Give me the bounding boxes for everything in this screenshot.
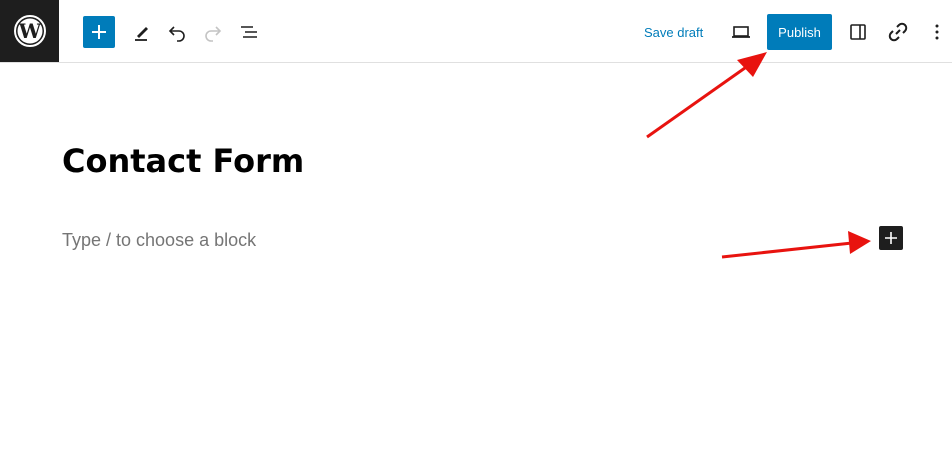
pencil-icon: [135, 27, 148, 41]
editor-header: W Save draft Publish: [0, 0, 952, 63]
svg-text:W: W: [17, 19, 41, 43]
undo-icon: [168, 26, 185, 42]
list-view-icon: [241, 26, 257, 38]
options-button[interactable]: [922, 16, 952, 48]
save-draft-button[interactable]: Save draft: [636, 16, 711, 48]
block-placeholder[interactable]: Type / to choose a block: [62, 230, 256, 251]
settings-sidebar-button[interactable]: [842, 16, 874, 48]
desktop-preview-icon: [732, 26, 750, 38]
plus-icon: [92, 25, 106, 39]
plus-icon: [885, 232, 897, 244]
undo-button[interactable]: [161, 16, 193, 48]
preview-button[interactable]: [725, 16, 757, 48]
block-appender-button[interactable]: [879, 226, 903, 250]
tools-button[interactable]: [125, 16, 157, 48]
annotation-arrow-block-adder: [721, 231, 871, 259]
wordpress-logo-button[interactable]: W: [0, 0, 59, 62]
annotation-arrow-publish: [646, 52, 767, 139]
redo-button[interactable]: [197, 16, 229, 48]
redo-icon: [205, 26, 222, 42]
sidebar-icon: [850, 24, 866, 40]
block-inserter-button[interactable]: [83, 16, 115, 48]
post-title[interactable]: Contact Form: [62, 142, 304, 180]
publish-button[interactable]: Publish: [767, 14, 832, 50]
wordpress-icon: W: [13, 15, 46, 47]
link-icon: [888, 22, 908, 42]
link-button[interactable]: [882, 16, 914, 48]
more-vertical-icon: [935, 24, 939, 40]
document-overview-button[interactable]: [233, 16, 265, 48]
